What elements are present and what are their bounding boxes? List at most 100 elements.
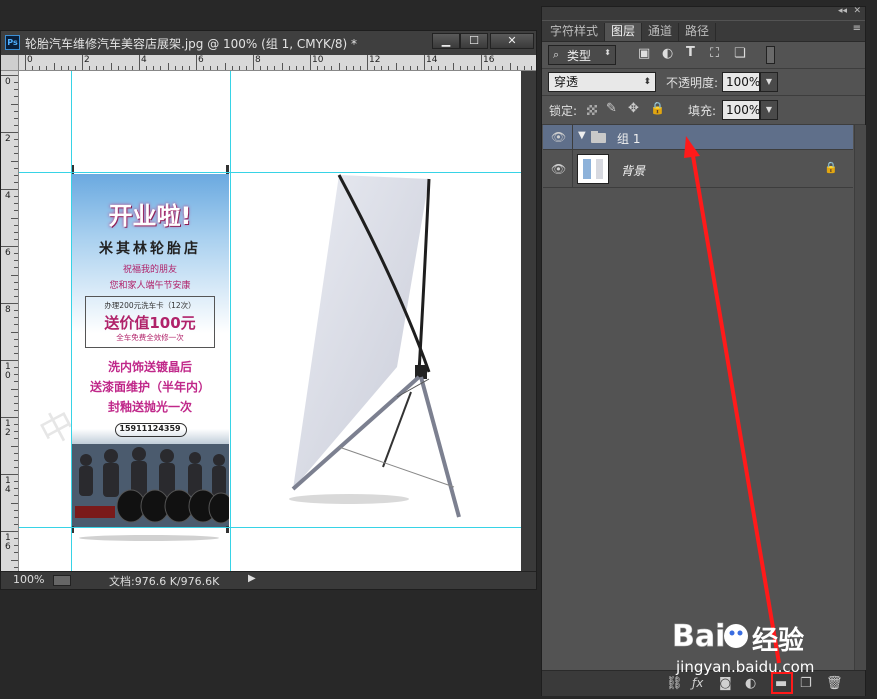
filter-toggle-switch[interactable] (766, 46, 775, 64)
fill-field[interactable]: 100% (722, 100, 760, 120)
ruler-minor-tick (14, 153, 18, 155)
ruler-major-tick (1, 474, 18, 475)
ruler-tick-label: 1 4 (5, 476, 11, 495)
ruler-major-tick (25, 55, 26, 70)
banner-greeting-1: 祝福我的朋友 (122, 265, 177, 275)
expand-triangle-icon[interactable]: ▼ (578, 130, 586, 141)
tab-paths[interactable]: 路径 (679, 23, 717, 41)
pixel-layer-filter-icon[interactable]: ▣ (638, 46, 650, 61)
ruler-minor-tick (359, 66, 361, 70)
ruler-minor-tick (238, 66, 240, 70)
close-panel-icon[interactable]: ✕ (853, 6, 861, 16)
panel-menu-icon[interactable]: ≡ (853, 23, 861, 34)
ruler-minor-tick (14, 431, 18, 433)
ruler-minor-tick (14, 424, 18, 426)
visibility-eye-icon[interactable]: 👁 (551, 162, 566, 176)
ruler-major-tick (1, 303, 18, 304)
fill-dropdown-button[interactable]: ▼ (760, 100, 778, 120)
trash-icon[interactable]: 🗑 (826, 676, 843, 691)
baidu-logo-icon: Bai (672, 619, 748, 654)
layer-name[interactable]: 背景 (621, 162, 645, 179)
ruler-minor-tick (14, 509, 18, 511)
collapse-icon[interactable]: ◂◂ (838, 6, 847, 16)
layer-row-group-1[interactable]: 👁 ▼ 组 1 (543, 125, 853, 150)
horizontal-ruler[interactable]: 0 2 4 6 8 10 12 14 16 (19, 55, 536, 71)
filter-type-dropdown[interactable]: ⌕ 类型 ⬍ (548, 45, 616, 65)
panel-collapse-bar[interactable]: ◂◂ ✕ (542, 6, 865, 20)
zoom-level[interactable]: 100% (13, 573, 44, 586)
banner-shadow (79, 535, 219, 541)
ruler-tick-label: 4 (141, 55, 147, 65)
lock-transparent-pixels-icon[interactable] (587, 105, 597, 115)
vertical-scrollbar[interactable] (521, 71, 536, 571)
banner-poster: 开业啦! 米其林轮胎店 祝福我的朋友 您和家人端午节安康 办理200元洗车卡（1… (71, 174, 229, 528)
ruler-minor-tick (14, 395, 18, 397)
shape-layer-filter-icon[interactable]: ⛶ (710, 46, 719, 61)
search-icon: ⌕ (553, 48, 560, 61)
ruler-minor-tick (317, 66, 319, 70)
smart-object-filter-icon[interactable]: ❏ (734, 46, 746, 61)
status-options-icon[interactable] (53, 575, 71, 586)
lock-position-icon[interactable]: ✥ (628, 101, 639, 116)
visibility-eye-icon[interactable]: 👁 (551, 130, 566, 144)
adjustment-layer-filter-icon[interactable]: ◐ (662, 46, 673, 61)
type-layer-filter-icon[interactable]: T (686, 45, 695, 60)
layer-mask-icon[interactable]: ◙ (719, 676, 732, 691)
link-layers-icon[interactable]: ⛓ (666, 676, 683, 691)
opacity-field[interactable]: 100% (722, 72, 760, 92)
layer-lock-icon[interactable]: 🔒 (824, 161, 838, 174)
guide-horizontal[interactable] (19, 527, 521, 528)
ruler-minor-tick (402, 66, 404, 70)
layer-row-background[interactable]: 👁 背景 🔒 (543, 150, 853, 188)
ruler-major-tick (253, 55, 254, 70)
ruler-minor-tick (14, 167, 18, 169)
blend-mode-dropdown[interactable]: 穿透 ⬍ (548, 72, 656, 92)
ruler-origin[interactable] (1, 55, 19, 71)
canvas[interactable]: 中 开业啦! 米其林轮胎店 祝福我的朋友 您和家人端午节安康 办理200元洗车卡… (19, 71, 521, 571)
ruler-minor-tick (46, 66, 48, 70)
opacity-label: 不透明度: (666, 76, 719, 90)
opacity-dropdown-button[interactable]: ▼ (760, 72, 778, 92)
ruler-tick-label: 1 6 (5, 533, 11, 552)
ruler-minor-tick (14, 552, 18, 554)
banner-promo-1: 洗内饰送镀晶后 (107, 360, 192, 374)
new-layer-icon[interactable]: ❐ (800, 676, 812, 691)
layer-name[interactable]: 组 1 (617, 130, 640, 147)
folder-icon (591, 133, 606, 143)
ruler-minor-tick (11, 217, 18, 219)
ruler-minor-tick (14, 516, 18, 518)
blend-mode-value: 穿透 (554, 75, 579, 89)
tab-channels[interactable]: 通道 (642, 23, 680, 41)
ruler-minor-tick (14, 381, 18, 383)
ruler-major-tick (1, 246, 18, 247)
minimize-button[interactable]: ▁ (432, 33, 460, 49)
ruler-minor-tick (96, 66, 98, 70)
guide-vertical[interactable] (71, 71, 72, 571)
fx-icon[interactable]: ƒx (692, 676, 703, 690)
vertical-ruler[interactable]: 0 2 4 6 8 1 0 1 2 1 4 1 6 (1, 71, 19, 571)
ruler-minor-tick (14, 345, 18, 347)
document-titlebar[interactable]: Ps 轮胎汽车维修汽车美容店展架.jpg @ 100% (组 1, CMYK/8… (1, 31, 536, 56)
maximize-button[interactable]: ☐ (460, 33, 488, 49)
lock-all-icon[interactable]: 🔒 (650, 101, 665, 115)
document-title: 轮胎汽车维修汽车美容店展架.jpg @ 100% (组 1, CMYK/8) * (25, 37, 357, 51)
ruler-tick-label: 14 (426, 55, 438, 65)
guide-horizontal[interactable] (19, 172, 521, 173)
ruler-minor-tick (74, 66, 76, 70)
ruler-minor-tick (32, 66, 34, 70)
canvas-area[interactable]: 中 开业啦! 米其林轮胎店 祝福我的朋友 您和家人端午节安康 办理200元洗车卡… (19, 71, 536, 571)
lock-image-pixels-icon[interactable]: ✎ (606, 101, 617, 116)
ruler-tick-label: 1 2 (5, 419, 11, 438)
row-divider (572, 125, 573, 150)
panel-scrollbar[interactable] (854, 125, 866, 670)
fill-label: 填充: (688, 104, 717, 118)
guide-vertical[interactable] (230, 71, 231, 571)
tab-layers[interactable]: 图层 (605, 23, 643, 41)
status-menu-arrow-icon[interactable]: ▶ (248, 573, 256, 584)
ruler-minor-tick (14, 224, 18, 226)
adjustment-layer-icon[interactable]: ◐ (745, 676, 756, 691)
ruler-minor-tick (445, 66, 447, 70)
close-button[interactable]: ✕ (490, 33, 534, 49)
ruler-minor-tick (14, 488, 18, 490)
tab-character-styles[interactable]: 字符样式 (544, 23, 606, 41)
